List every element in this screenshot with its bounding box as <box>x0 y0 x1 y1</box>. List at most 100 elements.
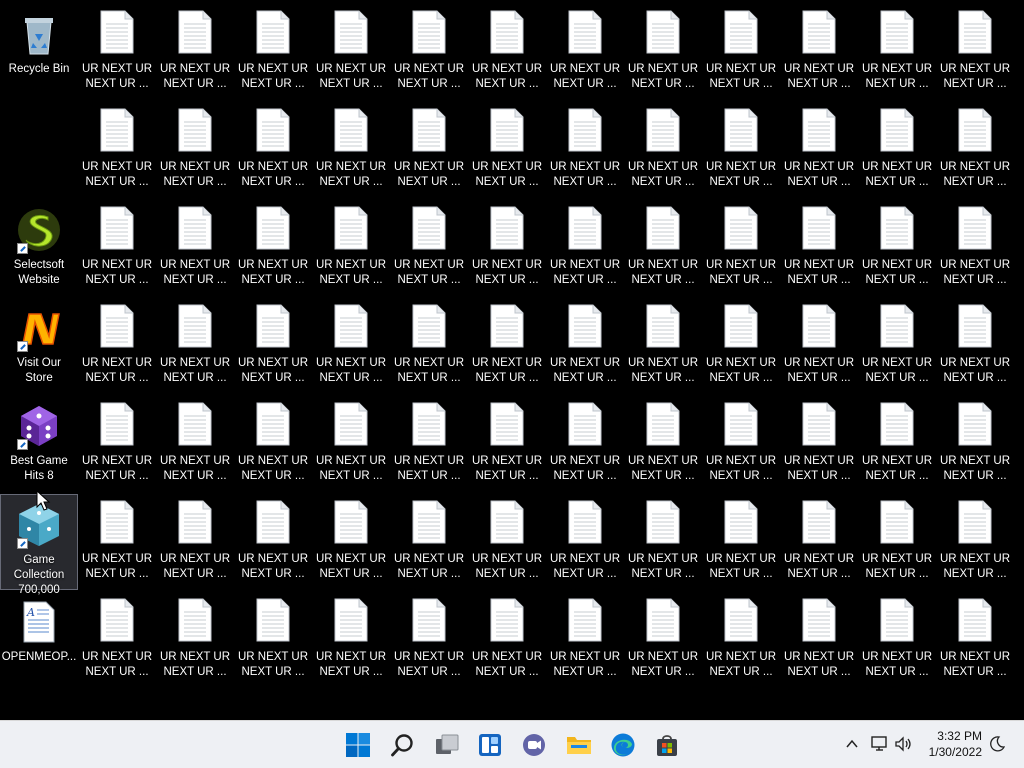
desktop-file-icon[interactable]: UR NEXT UR NEXT UR ... <box>624 200 702 296</box>
desktop-file-icon[interactable]: UR NEXT UR NEXT UR ... <box>780 396 858 492</box>
desktop-file-icon[interactable]: UR NEXT UR NEXT UR ... <box>858 102 936 198</box>
edge-button[interactable] <box>605 727 641 763</box>
desktop-file-icon[interactable]: UR NEXT UR NEXT UR ... <box>858 4 936 100</box>
desktop-file-icon[interactable]: UR NEXT UR NEXT UR ... <box>858 592 936 688</box>
desktop-file-icon[interactable]: UR NEXT UR NEXT UR ... <box>234 494 312 590</box>
desktop-file-icon[interactable]: UR NEXT UR NEXT UR ... <box>546 396 624 492</box>
desktop-icon-best-game-hits-8[interactable]: Best Game Hits 8 <box>0 396 78 492</box>
desktop-file-icon[interactable]: UR NEXT UR NEXT UR ... <box>390 592 468 688</box>
desktop-file-icon[interactable]: UR NEXT UR NEXT UR ... <box>390 4 468 100</box>
desktop-file-icon[interactable]: UR NEXT UR NEXT UR ... <box>702 592 780 688</box>
desktop-file-icon[interactable]: UR NEXT UR NEXT UR ... <box>624 102 702 198</box>
desktop-file-icon[interactable]: UR NEXT UR NEXT UR ... <box>546 102 624 198</box>
start-button[interactable] <box>340 727 376 763</box>
desktop-file-icon[interactable]: UR NEXT UR NEXT UR ... <box>312 102 390 198</box>
file-explorer-button[interactable] <box>561 727 597 763</box>
desktop-file-icon[interactable]: UR NEXT UR NEXT UR ... <box>702 200 780 296</box>
desktop-file-icon[interactable]: UR NEXT UR NEXT UR ... <box>702 4 780 100</box>
desktop-file-icon[interactable]: UR NEXT UR NEXT UR ... <box>780 298 858 394</box>
desktop-file-icon[interactable]: UR NEXT UR NEXT UR ... <box>156 592 234 688</box>
desktop-file-icon[interactable]: UR NEXT UR NEXT UR ... <box>468 102 546 198</box>
desktop-icon-visit-our-store[interactable]: Visit Our Store <box>0 298 78 394</box>
desktop-file-icon[interactable]: UR NEXT UR NEXT UR ... <box>780 592 858 688</box>
desktop-file-icon[interactable]: UR NEXT UR NEXT UR ... <box>468 494 546 590</box>
desktop-file-icon[interactable]: UR NEXT UR NEXT UR ... <box>546 200 624 296</box>
desktop-file-icon[interactable]: UR NEXT UR NEXT UR ... <box>78 102 156 198</box>
desktop-file-icon[interactable]: UR NEXT UR NEXT UR ... <box>702 396 780 492</box>
desktop-file-icon[interactable]: UR NEXT UR NEXT UR ... <box>234 200 312 296</box>
desktop-file-icon[interactable]: UR NEXT UR NEXT UR ... <box>312 494 390 590</box>
desktop-file-icon[interactable]: UR NEXT UR NEXT UR ... <box>546 592 624 688</box>
desktop-file-icon[interactable]: UR NEXT UR NEXT UR ... <box>390 396 468 492</box>
desktop-file-icon[interactable]: UR NEXT UR NEXT UR ... <box>546 494 624 590</box>
desktop-file-icon[interactable]: UR NEXT UR NEXT UR ... <box>312 592 390 688</box>
desktop-file-icon[interactable]: UR NEXT UR NEXT UR ... <box>312 200 390 296</box>
desktop-file-icon[interactable]: UR NEXT UR NEXT UR ... <box>234 102 312 198</box>
desktop-file-icon[interactable]: UR NEXT UR NEXT UR ... <box>858 200 936 296</box>
desktop-file-icon[interactable]: UR NEXT UR NEXT UR ... <box>234 4 312 100</box>
desktop-file-icon[interactable]: UR NEXT UR NEXT UR ... <box>468 4 546 100</box>
desktop-file-icon[interactable]: UR NEXT UR NEXT UR ... <box>234 298 312 394</box>
desktop-file-icon[interactable]: UR NEXT UR NEXT UR ... <box>858 298 936 394</box>
network-icon[interactable] <box>869 733 891 755</box>
desktop-file-icon[interactable]: UR NEXT UR NEXT UR ... <box>858 494 936 590</box>
desktop-file-icon[interactable]: UR NEXT UR NEXT UR ... <box>702 102 780 198</box>
desktop-file-icon[interactable]: UR NEXT UR NEXT UR ... <box>78 396 156 492</box>
desktop-file-icon[interactable]: UR NEXT UR NEXT UR ... <box>390 200 468 296</box>
volume-icon[interactable] <box>893 733 915 755</box>
desktop-file-icon[interactable]: UR NEXT UR NEXT UR ... <box>624 592 702 688</box>
desktop-file-icon[interactable]: UR NEXT UR NEXT UR ... <box>936 396 1014 492</box>
desktop-file-icon[interactable]: UR NEXT UR NEXT UR ... <box>234 396 312 492</box>
desktop-file-icon[interactable]: UR NEXT UR NEXT UR ... <box>546 4 624 100</box>
desktop-file-icon[interactable]: UR NEXT UR NEXT UR ... <box>156 298 234 394</box>
desktop-file-icon[interactable]: UR NEXT UR NEXT UR ... <box>936 200 1014 296</box>
desktop-file-icon[interactable]: UR NEXT UR NEXT UR ... <box>936 102 1014 198</box>
clock[interactable]: 3:32 PM 1/30/2022 <box>929 728 982 760</box>
desktop-file-icon[interactable]: UR NEXT UR NEXT UR ... <box>78 4 156 100</box>
desktop-file-icon[interactable]: UR NEXT UR NEXT UR ... <box>702 298 780 394</box>
desktop-icon-selectsoft-website[interactable]: Selectsoft Website <box>0 200 78 296</box>
widgets-button[interactable] <box>472 727 508 763</box>
desktop-file-icon[interactable]: UR NEXT UR NEXT UR ... <box>702 494 780 590</box>
desktop-file-icon[interactable]: UR NEXT UR NEXT UR ... <box>78 298 156 394</box>
desktop-icon-openmeop[interactable]: A OPENMEOP... <box>0 592 78 688</box>
desktop-file-icon[interactable]: UR NEXT UR NEXT UR ... <box>312 298 390 394</box>
desktop-file-icon[interactable]: UR NEXT UR NEXT UR ... <box>78 592 156 688</box>
desktop-file-icon[interactable]: UR NEXT UR NEXT UR ... <box>78 200 156 296</box>
desktop-file-icon[interactable]: UR NEXT UR NEXT UR ... <box>468 396 546 492</box>
desktop-file-icon[interactable]: UR NEXT UR NEXT UR ... <box>78 494 156 590</box>
desktop-file-icon[interactable]: UR NEXT UR NEXT UR ... <box>156 396 234 492</box>
desktop-file-icon[interactable]: UR NEXT UR NEXT UR ... <box>312 396 390 492</box>
desktop-file-icon[interactable]: UR NEXT UR NEXT UR ... <box>468 298 546 394</box>
desktop-file-icon[interactable]: UR NEXT UR NEXT UR ... <box>390 494 468 590</box>
store-button[interactable] <box>649 727 685 763</box>
desktop-file-icon[interactable]: UR NEXT UR NEXT UR ... <box>624 396 702 492</box>
desktop-file-icon[interactable]: UR NEXT UR NEXT UR ... <box>468 592 546 688</box>
search-button[interactable] <box>385 727 421 763</box>
desktop-file-icon[interactable]: UR NEXT UR NEXT UR ... <box>390 298 468 394</box>
desktop-icon-recycle-bin[interactable]: Recycle Bin <box>0 4 78 100</box>
desktop-file-icon[interactable]: UR NEXT UR NEXT UR ... <box>624 494 702 590</box>
desktop-file-icon[interactable]: UR NEXT UR NEXT UR ... <box>780 200 858 296</box>
desktop-file-icon[interactable]: UR NEXT UR NEXT UR ... <box>936 494 1014 590</box>
focus-assist-moon-icon[interactable] <box>986 733 1008 755</box>
desktop-file-icon[interactable]: UR NEXT UR NEXT UR ... <box>624 298 702 394</box>
desktop-file-icon[interactable]: UR NEXT UR NEXT UR ... <box>624 4 702 100</box>
desktop-file-icon[interactable]: UR NEXT UR NEXT UR ... <box>780 4 858 100</box>
desktop-file-icon[interactable]: UR NEXT UR NEXT UR ... <box>156 494 234 590</box>
desktop-file-icon[interactable]: UR NEXT UR NEXT UR ... <box>936 298 1014 394</box>
show-hidden-icons-chevron-icon[interactable] <box>841 733 863 755</box>
desktop-file-icon[interactable]: UR NEXT UR NEXT UR ... <box>156 200 234 296</box>
desktop-file-icon[interactable]: UR NEXT UR NEXT UR ... <box>234 592 312 688</box>
desktop-file-icon[interactable]: UR NEXT UR NEXT UR ... <box>780 102 858 198</box>
desktop-file-icon[interactable]: UR NEXT UR NEXT UR ... <box>468 200 546 296</box>
chat-button[interactable] <box>516 727 552 763</box>
desktop-file-icon[interactable]: UR NEXT UR NEXT UR ... <box>156 102 234 198</box>
desktop[interactable]: Recycle Bin Selectsoft Website Visit Our S… <box>0 0 1024 720</box>
task-view-button[interactable] <box>429 727 465 763</box>
desktop-file-icon[interactable]: UR NEXT UR NEXT UR ... <box>936 4 1014 100</box>
desktop-file-icon[interactable]: UR NEXT UR NEXT UR ... <box>390 102 468 198</box>
desktop-file-icon[interactable]: UR NEXT UR NEXT UR ... <box>312 4 390 100</box>
desktop-file-icon[interactable]: UR NEXT UR NEXT UR ... <box>780 494 858 590</box>
desktop-file-icon[interactable]: UR NEXT UR NEXT UR ... <box>936 592 1014 688</box>
